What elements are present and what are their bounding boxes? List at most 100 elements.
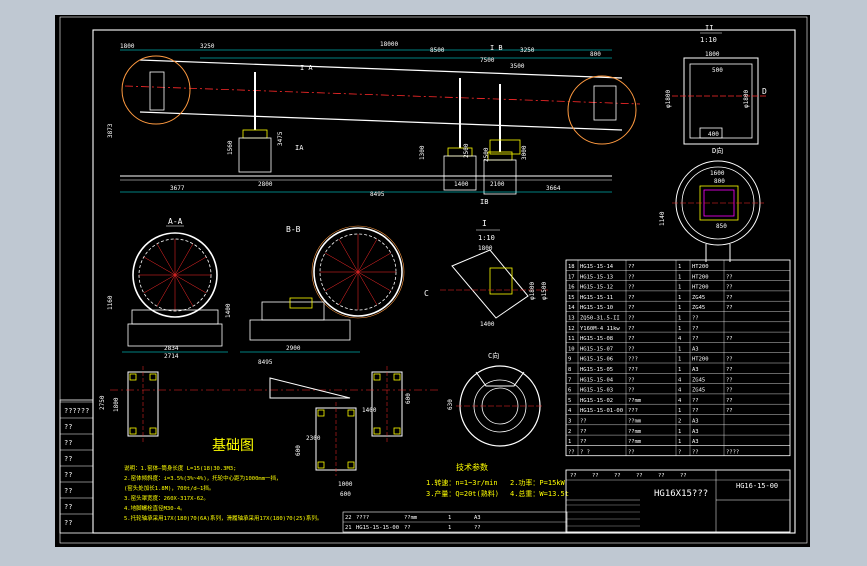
title-block-sub: ?? [636,473,643,479]
detail-i-dim: φ1500 [541,282,548,300]
foundation-dim: 2750 [99,395,106,410]
dim-label-top: 3500 [510,63,525,70]
bom-cell: ?? [726,274,733,280]
bom-cell: 1 [678,285,681,291]
bom-cell: HG15-15-06 [580,357,613,363]
bom-cell: ??mm [628,429,642,435]
bom-cell: HG15-15-11 [580,295,613,301]
bom-cell: ?? [692,336,699,342]
bom-cell: ?? [628,285,635,291]
bom-extra-cell: ?? [474,525,481,531]
detail-c-label: C向 [488,351,499,360]
cad-viewport[interactable]: ???????????????????? 1800 3250 18000 8500 325… [0,0,867,562]
view-label-ia: I A [300,64,313,72]
bom-cell: 3 [568,419,571,425]
left-margin-text: ?? [64,519,72,527]
bom-cell: ??? [628,408,638,414]
section-aa-dim: 2714 [164,353,179,360]
bom-cell: ZG45 [692,377,705,383]
bom-cell: ZG45 [692,388,705,394]
section-bb-dim: 8495 [258,359,273,366]
bom-cell: 17 [568,274,575,280]
dim-label-top: 3250 [200,43,215,50]
section-label-ib: IB [480,198,488,206]
title-block-sub: ?? [592,473,599,479]
detail-i-scale: 1:10 [478,234,495,242]
bom-cell: ?? [692,408,699,414]
bom-cell: ?? [726,295,733,301]
bom-cell: 1 [678,326,681,332]
bom-cell: ?? [692,316,699,322]
bom-cell: ?? [726,388,733,394]
detail-ii-dim: 1800 [705,51,720,58]
bom-cell: 2 [678,419,681,425]
bom-extra-cell: 1 [448,515,451,521]
tech-param: 3.产量：Q=20t(熟料) [426,489,499,498]
bom-cell: 7 [568,377,571,383]
detail-i-label: I [482,219,487,228]
note-line: 2.窑体倾斜度：i=3.5%(3%~4%)，托轮中心距为1000mm一挡， [124,474,282,482]
bom-extra-cell: ?? [404,525,411,531]
dim-label-vertical: 3873 [107,123,114,138]
tech-param: 1.转速：n=1~3r/min [426,478,498,487]
detail-ii-scale: 1:10 [700,36,717,44]
bom-cell: 1 [678,274,681,280]
bom-header-cell: ? ? [580,449,590,455]
note-line: 4.地脚螺栓直径M30-4。 [124,504,186,512]
dim-label-top: 18000 [380,41,398,48]
bom-cell: ?? [628,326,635,332]
dim-label-vertical: 2500 [483,147,490,162]
bom-cell: HG15-15-07 [580,346,613,352]
bom-cell: ?? [580,429,587,435]
bom-cell: 16 [568,285,575,291]
bom-cell: 9 [568,357,571,363]
bom-header-cell: ? [678,449,681,455]
bom-cell: 8 [568,367,571,373]
foundation-dim: 1000 [338,481,353,488]
detail-i-dim: 1400 [480,321,495,328]
bom-cell: 1 [678,439,681,445]
bom-cell: A3 [692,419,699,425]
bom-cell: HG15-15-14 [580,264,614,270]
bom-cell: ?? [628,295,635,301]
section-aa-dim: 1160 [107,295,114,310]
bom-cell: 14 [568,305,575,311]
bom-cell: ?? [726,305,733,311]
dim-label-top: 800 [590,51,601,58]
foundation-dim: 600 [405,393,412,404]
drawing-title: HG16X15??? [654,489,708,499]
bom-cell: ?? [692,326,699,332]
bom-cell: ??mm [628,439,642,445]
bom-cell: ??mm [628,419,642,425]
bom-extra-cell: ??mm [404,515,418,521]
bom-cell: ?? [726,357,733,363]
bom-cell: 1 [678,408,681,414]
bom-extra-cell: A3 [474,515,481,521]
detail-i-label-c: C [424,289,429,298]
dim-label-bottom: 3677 [170,185,185,192]
bom-cell: A3 [692,439,699,445]
bom-cell: HG15-15-02 [580,398,613,404]
left-margin-text: ?? [64,455,72,463]
left-margin-text: ?????? [64,407,89,415]
left-margin-text: ?? [64,439,72,447]
detail-c-dim: 630 [447,399,454,410]
bom-cell: 1 [678,305,681,311]
section-label-ia: IA [295,144,304,152]
bom-header-cell: ???? [726,449,739,455]
dim-label-vertical: 1300 [419,145,426,160]
dim-label-bottom: 3664 [546,185,561,192]
detail-d-dim: 1600 [710,170,725,177]
bom-cell: HT200 [692,357,709,363]
dim-label-bottom: 2100 [490,181,505,188]
tech-param: 4.总重：W=13.5t [510,489,569,498]
bom-cell: HG15-15-03 [580,388,613,394]
foundation-dim: 600 [340,491,351,498]
bom-cell: ?? [726,336,733,342]
section-aa-dim: 2834 [164,345,179,352]
bom-cell: HG15-15-01-00 [580,408,623,414]
dim-label-vertical: 1560 [227,140,234,155]
bom-cell: 1 [678,367,681,373]
dim-label-vertical: 2500 [463,143,470,158]
bom-cell: 10 [568,346,575,352]
